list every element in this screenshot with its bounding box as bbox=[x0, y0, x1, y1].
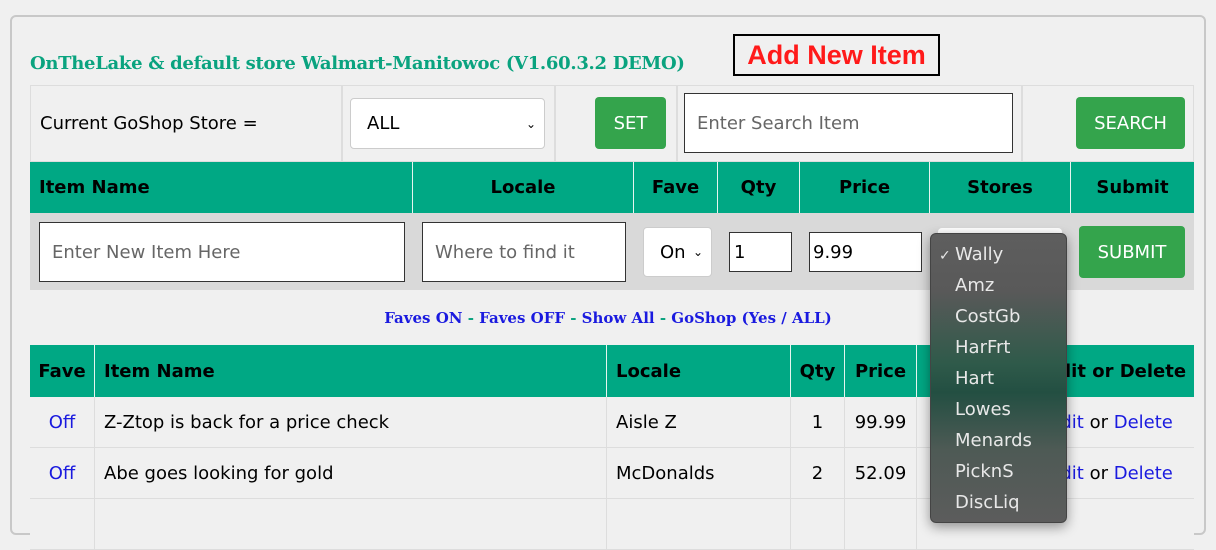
checkmark-icon: ✓ bbox=[939, 248, 951, 264]
price-input[interactable]: 9.99 bbox=[809, 232, 922, 272]
store-select-value: ALL bbox=[367, 113, 400, 134]
list-header-item-name: Item Name bbox=[95, 345, 607, 397]
header-fave: Fave bbox=[634, 162, 718, 213]
list-header-locale: Locale bbox=[607, 345, 791, 397]
delete-link[interactable]: Delete bbox=[1114, 463, 1173, 484]
locale-placeholder: Where to find it bbox=[435, 241, 575, 263]
item-locale: Aisle Z bbox=[607, 397, 791, 448]
header-item-name: Item Name bbox=[30, 162, 413, 213]
separator: - bbox=[462, 309, 480, 327]
chevron-down-icon: ⌄ bbox=[692, 245, 703, 259]
or-text: or bbox=[1083, 412, 1114, 433]
search-input[interactable]: Enter Search Item bbox=[684, 93, 1013, 153]
store-select[interactable]: ALL ⌄ bbox=[350, 98, 545, 149]
store-option[interactable]: CostGb bbox=[955, 306, 1020, 327]
delete-link[interactable]: Delete bbox=[1114, 412, 1173, 433]
add-new-item-link[interactable]: Add New Item bbox=[733, 34, 940, 76]
stores-dropdown-menu: ✓ Wally Amz CostGb HarFrt Hart Lowes Men… bbox=[930, 233, 1067, 523]
item-price: 52.09 bbox=[845, 448, 917, 499]
qty-value: 1 bbox=[734, 241, 746, 263]
set-button[interactable]: SET bbox=[595, 97, 666, 149]
search-button[interactable]: SEARCH bbox=[1076, 97, 1185, 149]
fave-select[interactable]: On ⌄ bbox=[643, 227, 712, 277]
search-placeholder: Enter Search Item bbox=[697, 112, 860, 134]
header-locale: Locale bbox=[413, 162, 634, 213]
new-item-name-input[interactable]: Enter New Item Here bbox=[39, 222, 405, 282]
store-option[interactable]: DiscLiq bbox=[955, 492, 1020, 513]
new-item-locale-input[interactable]: Where to find it bbox=[422, 222, 626, 282]
store-option[interactable]: PicknS bbox=[955, 461, 1014, 482]
item-name: Z-Ztop is back for a price check bbox=[95, 397, 607, 448]
faves-off-link[interactable]: Faves OFF bbox=[479, 309, 565, 327]
header-submit: Submit bbox=[1071, 162, 1194, 213]
faves-on-link[interactable]: Faves ON bbox=[384, 309, 462, 327]
store-option[interactable]: Menards bbox=[955, 430, 1032, 451]
store-option[interactable]: Amz bbox=[955, 275, 994, 296]
header-stores: Stores bbox=[930, 162, 1071, 213]
fave-toggle-link[interactable]: Off bbox=[49, 463, 76, 484]
chevron-down-icon: ⌄ bbox=[525, 116, 536, 131]
separator: - bbox=[565, 309, 582, 327]
fave-value: On bbox=[660, 241, 686, 263]
list-header-price: Price bbox=[845, 345, 917, 397]
fave-toggle-link[interactable]: Off bbox=[49, 412, 76, 433]
store-label: Current GoShop Store = bbox=[40, 113, 258, 134]
store-option[interactable]: Hart bbox=[955, 368, 994, 389]
list-header-fave: Fave bbox=[30, 345, 95, 397]
item-price: 99.99 bbox=[845, 397, 917, 448]
separator: - bbox=[654, 309, 672, 327]
header-price: Price bbox=[800, 162, 930, 213]
item-name: Abe goes looking for gold bbox=[95, 448, 607, 499]
store-label-cell: Current GoShop Store = bbox=[30, 85, 342, 162]
item-locale: McDonalds bbox=[607, 448, 791, 499]
price-value: 9.99 bbox=[813, 241, 854, 263]
list-header-qty: Qty bbox=[791, 345, 845, 397]
store-option[interactable]: Lowes bbox=[955, 399, 1011, 420]
store-option[interactable]: Wally bbox=[955, 244, 1003, 265]
goshop-link[interactable]: GoShop (Yes / ALL) bbox=[671, 309, 832, 327]
header-qty: Qty bbox=[718, 162, 800, 213]
page-title: OnTheLake & default store Walmart-Manito… bbox=[30, 53, 685, 74]
name-placeholder: Enter New Item Here bbox=[52, 241, 241, 263]
qty-input[interactable]: 1 bbox=[729, 232, 792, 272]
store-option[interactable]: HarFrt bbox=[955, 337, 1010, 358]
item-qty: 2 bbox=[791, 448, 845, 499]
show-all-link[interactable]: Show All bbox=[582, 309, 655, 327]
item-qty: 1 bbox=[791, 397, 845, 448]
or-text: or bbox=[1083, 463, 1114, 484]
submit-button[interactable]: SUBMIT bbox=[1079, 226, 1185, 278]
